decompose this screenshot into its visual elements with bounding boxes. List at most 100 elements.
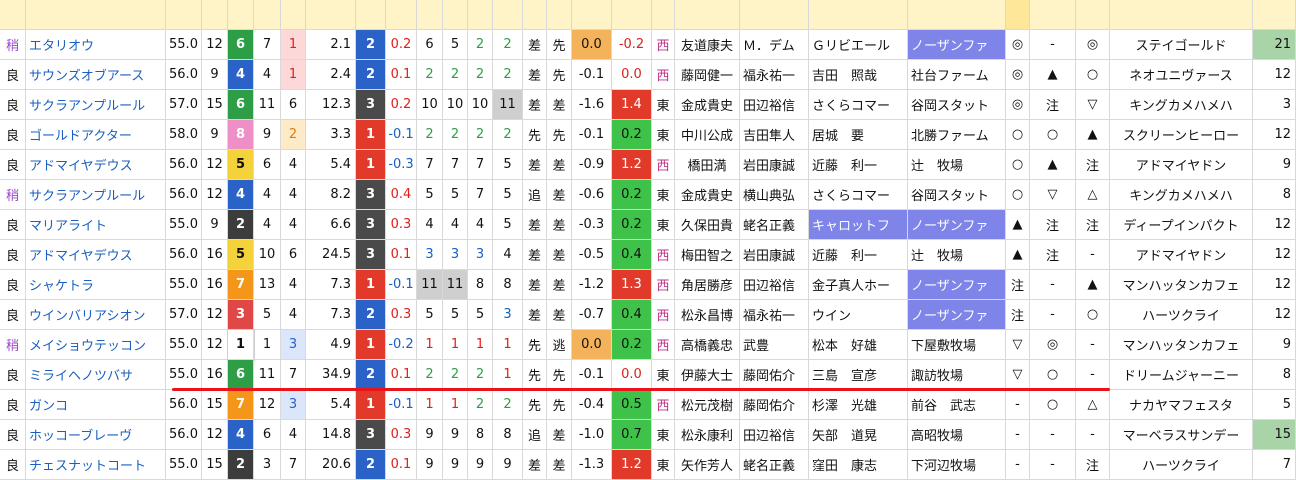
cell-first-half: - <box>1030 300 1076 330</box>
column-header-horse[interactable] <box>26 0 166 30</box>
column-header-popularity[interactable] <box>281 0 306 30</box>
column-header-closing-speed[interactable] <box>612 0 652 30</box>
cell-corner4: 1 <box>493 330 523 360</box>
column-header-trainer[interactable] <box>675 0 740 30</box>
cell-first-half: 注 <box>1030 240 1076 270</box>
horse-name-link[interactable]: マリアライト <box>26 210 166 240</box>
cell-breeder: ノーザンファ <box>908 30 1006 60</box>
horse-name-link[interactable]: チェスナットコート <box>26 450 166 480</box>
cell-second-half: ▽ <box>1076 90 1110 120</box>
cell-odds: 4.9 <box>306 330 356 360</box>
cell-margin: 0.1 <box>386 360 417 390</box>
cell-trainer: 久保田貴 <box>675 210 740 240</box>
cell-post: 1 <box>254 330 281 360</box>
column-header-jockey[interactable] <box>740 0 809 30</box>
column-header-hb[interactable] <box>1006 0 1030 30</box>
column-header-condition[interactable] <box>0 0 26 30</box>
cell-popularity: 4 <box>281 210 306 240</box>
cell-late-diff: -0.6 <box>572 180 612 210</box>
cell-condition: 良 <box>0 420 26 450</box>
cell-corner4: 1 <box>493 360 523 390</box>
cell-first-half: - <box>1030 30 1076 60</box>
horse-name-link[interactable]: アドマイヤデウス <box>26 240 166 270</box>
cell-late-diff: -1.6 <box>572 90 612 120</box>
column-header-corner2[interactable] <box>443 0 468 30</box>
column-header-sire[interactable] <box>1110 0 1253 30</box>
horse-name-link[interactable]: ホッコーブレーヴ <box>26 420 166 450</box>
column-header-post[interactable] <box>254 0 281 30</box>
cell-corner2: 1 <box>443 330 468 360</box>
column-header-second-half[interactable] <box>1076 0 1110 30</box>
cell-region: 西 <box>652 240 675 270</box>
column-header-first-half[interactable] <box>1030 0 1076 30</box>
cell-condition: 良 <box>0 210 26 240</box>
race-history-table: 稍エタリオウ 55.0 12 6 7 1 2.1 2 0.2 6 5 2 2 差先 0.0 -0.2 西友道康夫… <box>0 0 1296 480</box>
column-header-finish[interactable] <box>356 0 386 30</box>
column-header-predicted-style[interactable] <box>523 0 547 30</box>
column-header-owner[interactable] <box>809 0 908 30</box>
cell-weight: 55.0 <box>166 450 202 480</box>
cell-field-size: 15 <box>202 450 228 480</box>
cell-closing-speed: 0.2 <box>612 120 652 150</box>
cell-hb: - <box>1006 450 1030 480</box>
column-header-corner1[interactable] <box>417 0 443 30</box>
cell-hb: ▽ <box>1006 360 1030 390</box>
horse-name-link[interactable]: サクラアンプルール <box>26 180 166 210</box>
cell-breeder: 下屋敷牧場 <box>908 330 1006 360</box>
horse-name-link[interactable]: ウインバリアシオン <box>26 300 166 330</box>
cell-hb: ◎ <box>1006 30 1030 60</box>
cell-region: 西 <box>652 390 675 420</box>
column-header-corner4[interactable] <box>493 0 523 30</box>
cell-jockey: 田辺裕信 <box>740 270 809 300</box>
cell-region: 西 <box>652 300 675 330</box>
column-header-late-diff[interactable] <box>572 0 612 30</box>
cell-popularity: 2 <box>281 120 306 150</box>
cell-region: 東 <box>652 360 675 390</box>
column-header-breeder[interactable] <box>908 0 1006 30</box>
horse-name-link[interactable]: メイショウテッコン <box>26 330 166 360</box>
cell-post: 4 <box>254 210 281 240</box>
cell-jockey: 武豊 <box>740 330 809 360</box>
horse-name-link[interactable]: サウンズオブアース <box>26 60 166 90</box>
cell-actual-style: 先 <box>547 360 572 390</box>
column-header-region[interactable] <box>652 0 675 30</box>
cell-closing-speed: 0.0 <box>612 360 652 390</box>
cell-post: 4 <box>254 60 281 90</box>
column-header-margin[interactable] <box>386 0 417 30</box>
cell-frame: 8 <box>228 120 254 150</box>
cell-condition: 良 <box>0 360 26 390</box>
column-header-frame[interactable] <box>228 0 254 30</box>
cell-odds: 24.5 <box>306 240 356 270</box>
cell-margin: -0.1 <box>386 120 417 150</box>
cell-condition: 良 <box>0 300 26 330</box>
horse-name-link[interactable]: アドマイヤデウス <box>26 150 166 180</box>
column-header-actual-style[interactable] <box>547 0 572 30</box>
cell-second-half: ▲ <box>1076 270 1110 300</box>
column-header-corner3[interactable] <box>468 0 493 30</box>
horse-name-link[interactable]: エタリオウ <box>26 30 166 60</box>
cell-weight: 55.0 <box>166 360 202 390</box>
cell-popularity: 7 <box>281 450 306 480</box>
column-header-odds[interactable] <box>306 0 356 30</box>
cell-second-half: △ <box>1076 180 1110 210</box>
horse-name-link[interactable]: ミライヘノツバサ <box>26 360 166 390</box>
column-header-weight[interactable] <box>166 0 202 30</box>
cell-breeder: 辻 牧場 <box>908 240 1006 270</box>
cell-jockey: 吉田隼人 <box>740 120 809 150</box>
horse-name-link[interactable]: サクラアンプルール <box>26 90 166 120</box>
cell-weight: 55.0 <box>166 270 202 300</box>
cell-corner2: 10 <box>443 90 468 120</box>
cell-sire: ディープインパクト <box>1110 210 1253 240</box>
cell-corner2: 2 <box>443 60 468 90</box>
cell-actual-style: 差 <box>547 450 572 480</box>
horse-name-link[interactable]: ゴールドアクター <box>26 120 166 150</box>
cell-frame: 3 <box>228 300 254 330</box>
cell-corner2: 3 <box>443 240 468 270</box>
cell-post: 12 <box>254 390 281 420</box>
horse-name-link[interactable]: ガンコ <box>26 390 166 420</box>
cell-breeder: 北勝ファーム <box>908 120 1006 150</box>
horse-name-link[interactable]: シャケトラ <box>26 270 166 300</box>
column-header-interval[interactable] <box>1253 0 1296 30</box>
column-header-field-size[interactable] <box>202 0 228 30</box>
cell-field-size: 16 <box>202 240 228 270</box>
